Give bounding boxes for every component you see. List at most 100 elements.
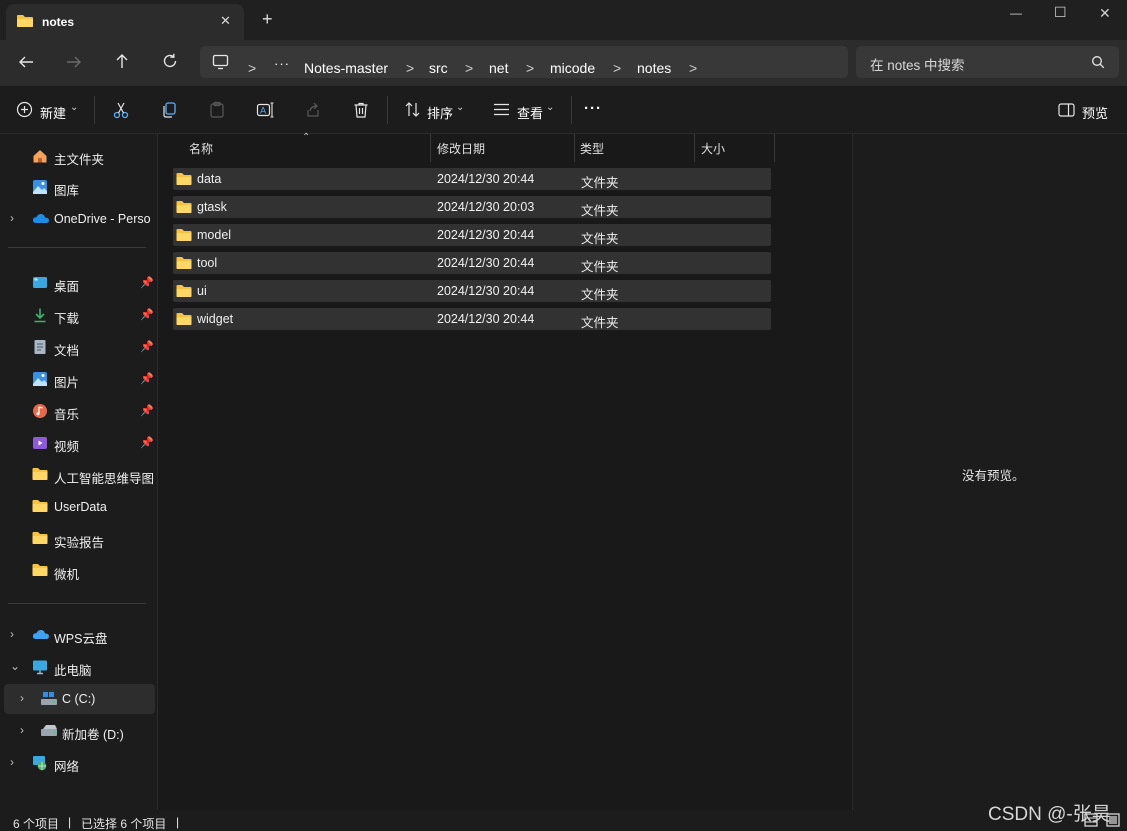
new-button[interactable]: 新建 ⌄ <box>10 98 82 122</box>
breadcrumb-micode[interactable]: micode <box>550 60 595 76</box>
sidebar-item-label: 图片 <box>54 376 80 390</box>
sidebar-item-downloads[interactable]: 下载 📌 <box>0 300 156 330</box>
back-icon[interactable] <box>17 53 35 71</box>
preview-pane-button[interactable]: 预览 <box>1052 98 1116 122</box>
preview-label: 预览 <box>1082 106 1109 121</box>
sidebar-item-gallery[interactable]: 图库 <box>0 172 156 202</box>
breadcrumb-notes[interactable]: notes <box>637 60 671 76</box>
address-bar[interactable]: > ··· Notes-master > src > net > micode … <box>200 46 848 78</box>
file-row-data[interactable]: data 2024/12/30 20:44 文件夹 <box>173 168 771 190</box>
paste-icon[interactable] <box>208 101 226 119</box>
file-row-widget[interactable]: widget 2024/12/30 20:44 文件夹 <box>173 308 771 330</box>
minimize-button[interactable]: — <box>1010 6 1022 20</box>
download-icon <box>32 307 48 323</box>
file-name: gtask <box>197 200 227 214</box>
computer-icon <box>212 54 229 70</box>
breadcrumb-notes-master[interactable]: Notes-master <box>304 60 388 76</box>
sidebar-item-documents[interactable]: 文档 📌 <box>0 332 156 362</box>
file-row-tool[interactable]: tool 2024/12/30 20:44 文件夹 <box>173 252 771 274</box>
folder-icon <box>176 256 192 270</box>
video-icon <box>32 435 48 451</box>
sidebar-item-ai-mindmap[interactable]: 人工智能思维导图 <box>0 460 156 490</box>
onedrive-icon <box>32 211 49 227</box>
sidebar-item-drive-c[interactable]: › C (C:) <box>4 684 155 714</box>
sidebar-item-onedrive[interactable]: › OneDrive - Perso <box>0 204 156 234</box>
gallery-icon <box>32 179 48 195</box>
sidebar-item-drive-d[interactable]: › 新加卷 (D:) <box>0 716 156 746</box>
sidebar-item-network[interactable]: › 网络 <box>0 748 156 778</box>
maximize-button[interactable]: ☐ <box>1054 4 1067 21</box>
tab-notes[interactable]: notes ✕ <box>6 4 244 40</box>
file-name: data <box>197 172 222 186</box>
svg-text:A: A <box>260 107 267 117</box>
sidebar-item-microcomputer[interactable]: 微机 <box>0 556 156 586</box>
forward-icon[interactable] <box>65 53 83 71</box>
sidebar-item-userdata[interactable]: UserData <box>0 492 156 522</box>
column-divider[interactable] <box>774 134 775 162</box>
file-modified: 2024/12/30 20:44 <box>437 228 535 242</box>
share-icon[interactable] <box>304 101 322 119</box>
sidebar-item-pictures[interactable]: 图片 📌 <box>0 364 156 394</box>
breadcrumb-dropdown[interactable]: > <box>689 60 697 76</box>
copy-icon[interactable] <box>160 101 178 119</box>
file-name: tool <box>197 256 218 270</box>
sidebar-item-label: UserData <box>54 500 107 514</box>
sidebar-item-music[interactable]: 音乐 📌 <box>0 396 156 426</box>
sidebar-item-desktop[interactable]: 桌面 📌 <box>0 268 156 298</box>
chevron-right-icon[interactable]: › <box>10 755 14 769</box>
chevron-down-icon: ⌄ <box>456 102 465 113</box>
file-modified: 2024/12/30 20:44 <box>437 284 535 298</box>
breadcrumb-net[interactable]: net <box>489 60 508 76</box>
chevron-down-icon[interactable]: ⌄ <box>10 659 20 673</box>
pictures-icon <box>32 371 48 387</box>
sort-button[interactable]: 排序 ⌄ <box>398 98 472 122</box>
toolbar-divider <box>387 96 388 124</box>
sidebar-item-lab-reports[interactable]: 实验报告 <box>0 524 156 554</box>
watermark: CSDN @-张昊 <box>988 804 1111 825</box>
up-icon[interactable] <box>113 52 131 70</box>
rename-icon[interactable]: A <box>256 101 274 119</box>
folder-icon <box>32 467 48 483</box>
breadcrumb-src[interactable]: src <box>429 60 448 76</box>
sidebar-item-this-pc[interactable]: ⌄ 此电脑 <box>0 652 156 682</box>
column-divider[interactable] <box>574 134 575 162</box>
refresh-icon[interactable] <box>161 52 179 70</box>
sidebar-item-label: 音乐 <box>54 408 80 422</box>
column-header-name[interactable]: 名称 <box>189 140 213 157</box>
chevron-right-icon[interactable]: › <box>20 723 24 737</box>
column-divider[interactable] <box>694 134 695 162</box>
chevron-right-icon[interactable]: › <box>10 211 14 225</box>
file-row-ui[interactable]: ui 2024/12/30 20:44 文件夹 <box>173 280 771 302</box>
search-box[interactable]: 在 notes 中搜索 <box>856 46 1119 78</box>
folder-icon <box>176 228 192 242</box>
breadcrumb-separator: > <box>613 60 622 76</box>
file-modified: 2024/12/30 20:03 <box>437 200 535 214</box>
view-button[interactable]: 查看 ⌄ <box>487 98 561 122</box>
cut-icon[interactable] <box>112 101 130 119</box>
sidebar-item-videos[interactable]: 视频 📌 <box>0 428 156 458</box>
sidebar-item-wps-cloud[interactable]: › WPS云盘 <box>0 620 156 650</box>
file-modified: 2024/12/30 20:44 <box>437 172 535 186</box>
new-tab-button[interactable]: + <box>262 9 273 30</box>
column-header-size[interactable]: 大小 <box>701 140 725 157</box>
file-row-gtask[interactable]: gtask 2024/12/30 20:03 文件夹 <box>173 196 771 218</box>
preview-pane-icon <box>1058 103 1075 117</box>
sidebar-item-home[interactable]: 主文件夹 <box>0 141 156 171</box>
folder-icon <box>176 200 192 214</box>
sort-label: 排序 <box>427 106 454 121</box>
sidebar-item-label: 此电脑 <box>54 664 92 678</box>
column-header-type[interactable]: 类型 <box>580 140 604 157</box>
delete-icon[interactable] <box>352 101 370 119</box>
chevron-right-icon[interactable]: › <box>20 691 24 705</box>
more-options-button[interactable]: ··· <box>584 100 602 117</box>
pin-icon: 📌 <box>140 405 154 417</box>
sidebar-item-label: 桌面 <box>54 280 80 294</box>
window-close-button[interactable]: ✕ <box>1099 5 1111 22</box>
column-header-modified[interactable]: 修改日期 <box>437 140 485 157</box>
column-divider[interactable] <box>430 134 431 162</box>
file-row-model[interactable]: model 2024/12/30 20:44 文件夹 <box>173 224 771 246</box>
network-icon <box>32 755 48 771</box>
chevron-right-icon[interactable]: › <box>10 627 14 641</box>
tab-close-button[interactable]: ✕ <box>220 13 231 29</box>
breadcrumb-more-button[interactable]: ··· <box>274 56 290 71</box>
